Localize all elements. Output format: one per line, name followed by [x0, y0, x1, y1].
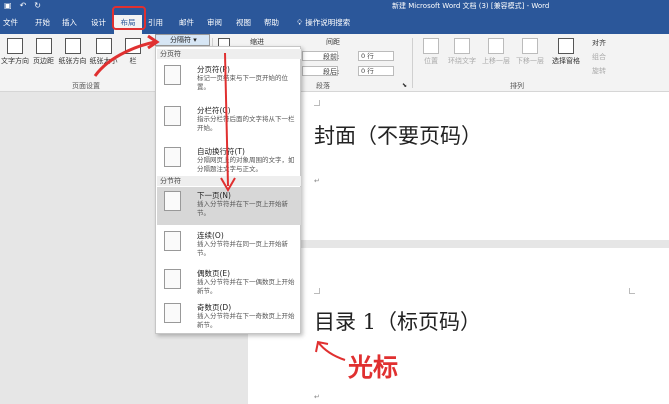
spacing-after-input[interactable]: 0 行 — [358, 66, 394, 76]
selection-pane-button[interactable]: 选择窗格 — [548, 38, 584, 66]
column-break-item[interactable]: 分栏符(C) 指示分栏符后面的文字将从下一栏开始。 — [157, 102, 301, 142]
tab-help[interactable]: 帮助 — [264, 17, 279, 28]
next-page-break-item[interactable]: 下一页(N) 插入分节符并在下一页上开始新节。 — [157, 187, 301, 225]
page2-heading[interactable]: 目录 1（标页码） — [314, 306, 481, 336]
bring-forward-icon — [488, 38, 504, 54]
spacing-before-label: 段前: — [323, 53, 340, 61]
quick-access-toolbar: ▣ ↶ ↻ — [4, 1, 41, 10]
spacing-after-label: 段后: — [323, 68, 340, 76]
position-icon — [423, 38, 439, 54]
tab-design[interactable]: 设计 — [91, 17, 106, 28]
crop-mark — [314, 288, 320, 294]
tab-home[interactable]: 开始 — [35, 17, 50, 28]
margins-icon — [35, 38, 52, 54]
position-button[interactable]: 位置 — [418, 38, 444, 66]
next-page-icon — [164, 191, 181, 211]
even-page-icon — [164, 269, 181, 289]
wrap-text-button[interactable]: 环绕文字 — [446, 38, 478, 66]
tab-layout[interactable]: 布局 — [114, 15, 142, 34]
odd-page-break-item[interactable]: 奇数页(D) 插入分节符并在下一奇数页上开始新节。 — [157, 299, 301, 335]
odd-page-icon — [164, 303, 181, 323]
page-break-icon — [164, 65, 181, 85]
bring-forward-button[interactable]: 上移一层 — [480, 38, 512, 66]
window-title: 新建 Microsoft Word 文档 (3) [兼容模式] - Word — [392, 2, 550, 10]
text-direction-button[interactable]: 文字方向 — [0, 38, 30, 66]
paper-size-icon — [95, 38, 112, 54]
crop-mark — [629, 288, 635, 294]
paragraph-launcher-icon[interactable]: ⬊ — [402, 82, 407, 89]
annotation-cursor-label: 光标 — [348, 353, 399, 382]
spacing-before-input[interactable]: 0 行 — [358, 51, 394, 61]
align-button[interactable]: 对齐 — [592, 38, 606, 48]
word-window: ▣ ↶ ↻ 新建 Microsoft Word 文档 (3) [兼容模式] - … — [0, 0, 669, 404]
orientation-button[interactable]: 纸张方向 — [57, 38, 88, 66]
paragraph-mark: ↵ — [314, 177, 320, 185]
orientation-icon — [64, 38, 81, 54]
paragraph-group-label: 段落 — [316, 82, 330, 90]
breaks-menu: 分页符 分页符(P) 标记一页结束与下一页开始的位置。 分栏符(C) 指示分栏符… — [155, 46, 301, 334]
send-backward-icon — [522, 38, 538, 54]
tab-mailings[interactable]: 邮件 — [179, 17, 194, 28]
continuous-icon — [164, 231, 181, 251]
paragraph-mark: ↵ — [314, 393, 320, 401]
tab-view[interactable]: 视图 — [236, 17, 251, 28]
page-breaks-header: 分页符 — [157, 49, 301, 59]
lightbulb-icon: 💡︎ — [297, 17, 303, 27]
text-direction-icon — [7, 38, 23, 54]
page-setup-group-label: 页面设置 — [72, 82, 100, 90]
columns-button[interactable]: 栏 — [122, 38, 144, 66]
group-button[interactable]: 组合 — [592, 52, 606, 62]
tab-insert[interactable]: 插入 — [62, 17, 77, 28]
group-divider — [412, 38, 413, 88]
column-break-icon — [164, 106, 181, 126]
wrap-text-icon — [454, 38, 470, 54]
ribbon-tabs: 文件 开始 插入 设计 布局 引用 邮件 审阅 视图 帮助 💡︎ 操作说明搜索 — [0, 12, 669, 34]
title-bar: ▣ ↶ ↻ 新建 Microsoft Word 文档 (3) [兼容模式] - … — [0, 0, 669, 12]
crop-mark — [314, 100, 320, 106]
section-breaks-header: 分节符 — [157, 176, 301, 186]
redo-icon[interactable]: ↻ — [34, 1, 41, 10]
margins-button[interactable]: 页边距 — [30, 38, 57, 66]
page1-heading[interactable]: 封面（不要页码） — [314, 120, 482, 150]
rotate-button[interactable]: 旋转 — [592, 66, 606, 76]
tab-file[interactable]: 文件 — [3, 17, 18, 28]
columns-icon — [125, 38, 141, 54]
page-break-item[interactable]: 分页符(P) 标记一页结束与下一页开始的位置。 — [157, 61, 301, 101]
tell-me-box[interactable]: 💡︎ 操作说明搜索 — [297, 17, 350, 28]
spacing-label: 间距 — [326, 38, 340, 46]
even-page-break-item[interactable]: 偶数页(E) 插入分节符并在下一偶数页上开始新节。 — [157, 265, 301, 303]
ribbon-layout: 文字方向 页边距 纸张方向 纸张大小 栏 页面设置 缩进 间距 段前: 0 行 … — [0, 34, 669, 92]
arrange-group-label: 排列 — [510, 82, 524, 90]
size-button[interactable]: 纸张大小 — [88, 38, 119, 66]
breaks-dropdown-button[interactable]: 分隔符 ▾ — [155, 34, 210, 46]
continuous-break-item[interactable]: 连续(O) 插入分节符并在同一页上开始新节。 — [157, 227, 301, 265]
save-icon[interactable]: ▣ — [4, 1, 12, 10]
page-1[interactable]: 封面（不要页码） ↵ — [248, 92, 669, 240]
tell-me-label: 操作说明搜索 — [305, 18, 351, 27]
tab-references[interactable]: 引用 — [148, 17, 163, 28]
tab-review[interactable]: 审阅 — [207, 17, 222, 28]
send-backward-button[interactable]: 下移一层 — [514, 38, 546, 66]
page-2[interactable]: 目录 1（标页码） ↵ — [248, 248, 669, 404]
selection-pane-icon — [558, 38, 574, 54]
undo-icon[interactable]: ↶ — [20, 1, 27, 10]
text-wrapping-break-icon — [164, 147, 181, 167]
